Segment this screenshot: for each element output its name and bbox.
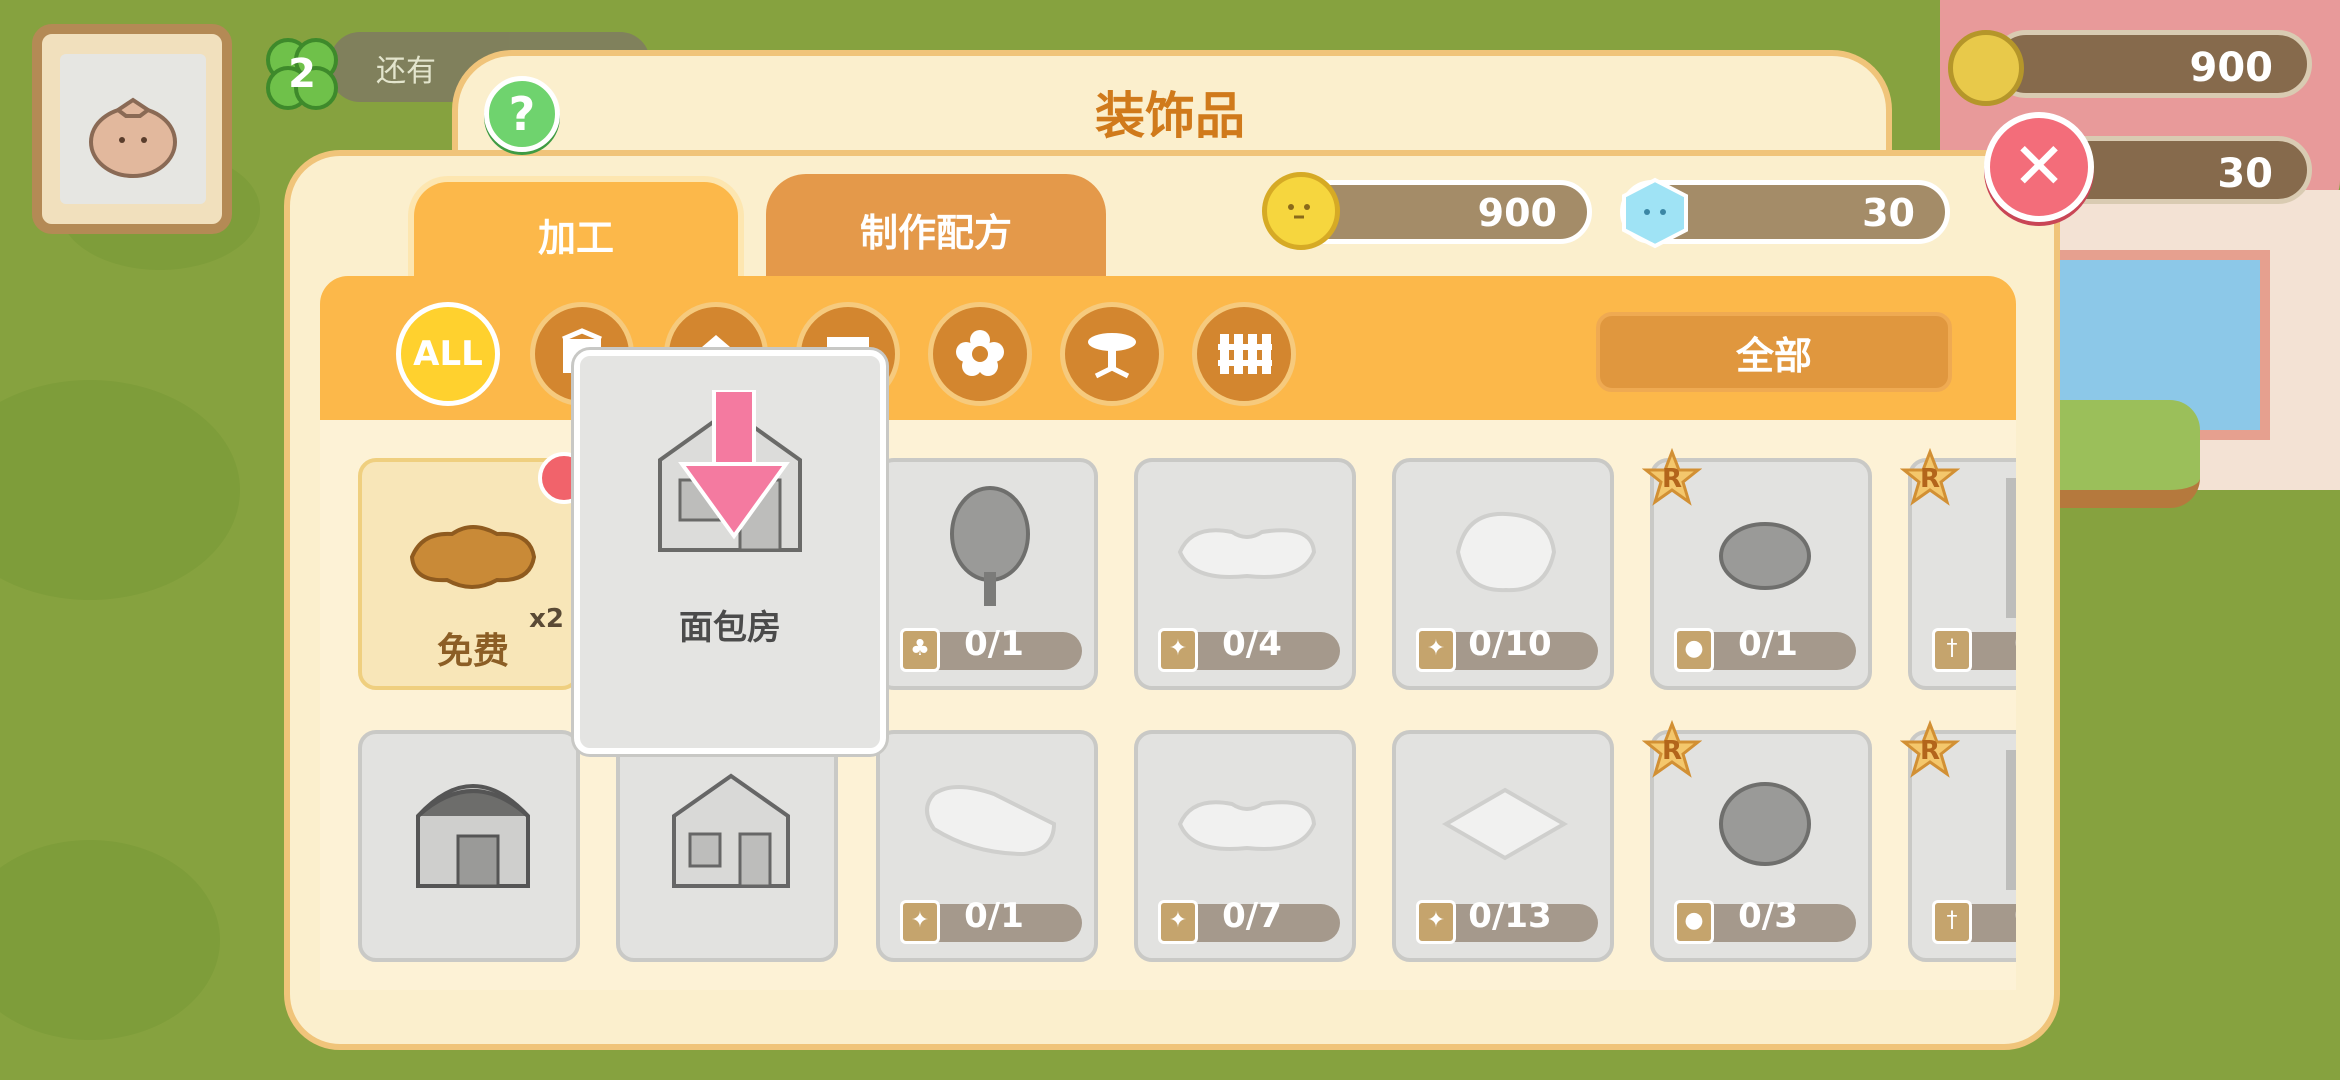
- barn-icon: [416, 784, 530, 888]
- question-icon: ?: [508, 87, 536, 141]
- grass-patch: [0, 840, 220, 1040]
- bakery-icon: [672, 773, 790, 888]
- item-card-pond[interactable]: ✦ 0/10: [1392, 458, 1614, 690]
- item-progress: 0/10: [1468, 624, 1552, 664]
- item-progress: 0/1: [1738, 624, 1798, 664]
- puddle-icon: [1177, 800, 1317, 851]
- flower-icon: [956, 330, 1004, 376]
- close-icon: ✕: [2012, 130, 2066, 204]
- sort-filter-button[interactable]: 全部: [1596, 312, 1952, 392]
- tooltip-item-name: 面包房: [679, 608, 781, 648]
- item-progress: 0/1: [964, 624, 1024, 664]
- item-card-soil[interactable]: x2 免费: [358, 452, 590, 690]
- item-card-lamp-2[interactable]: R †0: [1900, 720, 2016, 962]
- rare-label: R: [1662, 464, 1683, 494]
- top-coin-value: 900: [2189, 45, 2274, 91]
- pond-icon: [1455, 511, 1557, 593]
- free-label: 免费: [436, 631, 509, 672]
- item-card-barn[interactable]: [358, 730, 580, 962]
- item-progress: 0/7: [1222, 896, 1282, 936]
- tab-label: 制作配方: [859, 210, 1012, 255]
- puddle-icon: [1177, 528, 1317, 579]
- item-progress: 0/4: [1222, 624, 1282, 664]
- rare-label: R: [1920, 736, 1941, 766]
- tab-label: 加工: [537, 215, 614, 260]
- item-card-puddle[interactable]: ✦ 0/4: [1134, 458, 1356, 690]
- item-progress: 0/1: [964, 896, 1024, 936]
- inventory-bag-button[interactable]: [32, 24, 232, 234]
- coin-icon: [1262, 172, 1340, 250]
- top-gem-value: 30: [2217, 151, 2273, 197]
- bush-icon: [1719, 782, 1811, 866]
- sort-filter-label: 全部: [1735, 333, 1812, 378]
- item-progress: 0/3: [1738, 896, 1798, 936]
- help-button[interactable]: ?: [484, 76, 560, 152]
- category-table-button[interactable]: [1060, 302, 1164, 406]
- category-fence-button[interactable]: [1192, 302, 1296, 406]
- item-card-tile[interactable]: ✦ 0/13: [1392, 730, 1614, 962]
- down-arrow-icon: [678, 390, 790, 540]
- bush-icon: [1719, 522, 1811, 590]
- item-tooltip: 面包房: [574, 350, 886, 754]
- item-card-path[interactable]: ✦ 0/1: [876, 730, 1098, 962]
- soil-patch-icon: [409, 525, 537, 589]
- item-progress: 0: [1938, 624, 2016, 664]
- tab-recipes[interactable]: 制作配方: [766, 174, 1106, 284]
- rare-label: R: [1662, 736, 1683, 766]
- tree-icon: [950, 486, 1030, 606]
- item-card-lamp[interactable]: R †0: [1900, 448, 2016, 690]
- tile-icon: [1441, 787, 1569, 861]
- gem-icon: [1618, 176, 1692, 250]
- item-card-bush-2[interactable]: R ● 0/3: [1642, 720, 1872, 962]
- item-card-puddle-2[interactable]: ✦ 0/7: [1134, 730, 1356, 962]
- coin-balance: 900: [1477, 191, 1557, 235]
- path-icon: [925, 785, 1057, 857]
- fence-icon: [1218, 334, 1272, 374]
- category-all-button[interactable]: ALL: [396, 302, 500, 406]
- grass-patch: [0, 380, 240, 600]
- lamp-icon: [2006, 478, 2016, 618]
- category-flower-button[interactable]: [928, 302, 1032, 406]
- item-card-tree[interactable]: ♣ 0/1: [876, 458, 1098, 690]
- item-progress: 0: [1938, 896, 2016, 936]
- category-all-label: ALL: [413, 334, 483, 374]
- item-card-bakery[interactable]: [616, 730, 838, 962]
- item-progress: 0/13: [1468, 896, 1552, 936]
- lamp-icon: [2006, 750, 2016, 890]
- close-button[interactable]: ✕: [1984, 112, 2094, 222]
- table-icon: [1088, 333, 1136, 379]
- tab-processing[interactable]: 加工: [408, 176, 744, 286]
- bag-icon: [60, 54, 206, 204]
- item-card-bush[interactable]: R ● 0/1: [1642, 448, 1872, 690]
- gem-balance: 30: [1862, 191, 1915, 235]
- rare-label: R: [1920, 464, 1941, 494]
